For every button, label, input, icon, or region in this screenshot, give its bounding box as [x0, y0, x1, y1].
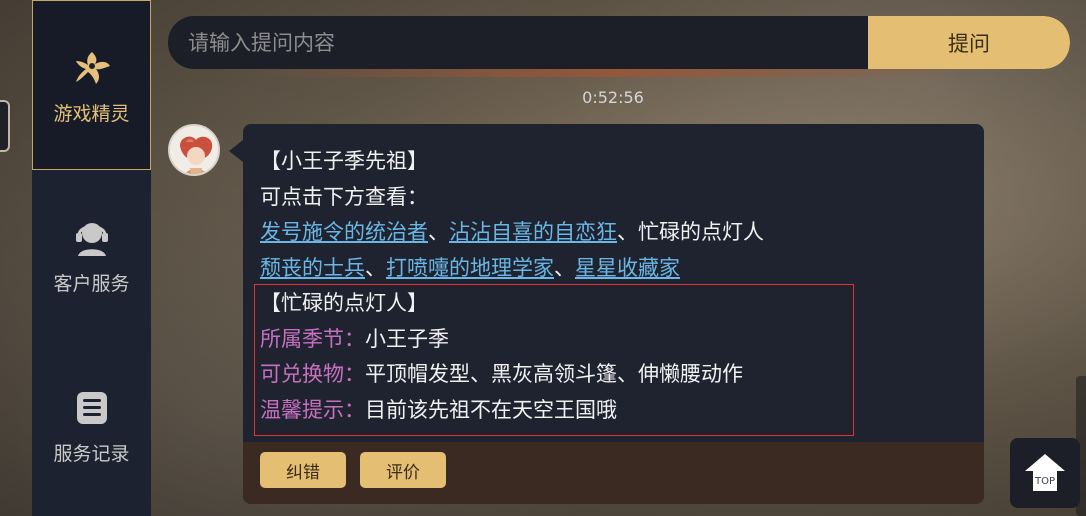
separator: 、 [428, 220, 449, 244]
sidebar-item-label: 游戏精灵 [53, 102, 130, 125]
link-row-2: 颓丧的士兵、打喷嚏的地理学家、星星收藏家 [260, 251, 764, 287]
records-list-icon [69, 385, 115, 431]
link-soldier[interactable]: 颓丧的士兵 [260, 256, 365, 280]
sidebar-item-game-sprite[interactable]: 游戏精灵 [32, 0, 151, 170]
link-ruler[interactable]: 发号施令的统治者 [260, 220, 428, 244]
rate-button[interactable]: 评价 [360, 452, 446, 488]
fairy-icon [69, 45, 115, 91]
sidebar-item-label: 客户服务 [53, 272, 130, 295]
scroll-top-button[interactable]: TOP [1010, 438, 1080, 508]
link-geographer[interactable]: 打喷嚏的地理学家 [386, 256, 554, 280]
headset-agent-icon [69, 215, 115, 261]
message-timestamp: 0:52:56 [582, 88, 644, 107]
search-input[interactable] [168, 16, 868, 69]
sidebar-item-service-records[interactable]: 服务记录 [32, 340, 151, 510]
separator: 、 [554, 255, 575, 280]
answer-prompt: 可点击下方查看： [260, 184, 428, 209]
top-label: TOP [1034, 476, 1055, 487]
separator: 、 [365, 255, 386, 280]
search-shadow [244, 69, 982, 77]
current-selection-lamplighter: 忙碌的点灯人 [638, 220, 764, 244]
answer-title: 【小王子季先祖】 [260, 149, 428, 173]
answer-footer: 纠错 评价 [243, 442, 984, 504]
correct-button[interactable]: 纠错 [260, 452, 346, 488]
avatar [168, 124, 220, 176]
answer-bubble: 【小王子季先祖】 可点击下方查看： 发号施令的统治者、沾沾自喜的自恋狂、忙碌的点… [243, 124, 984, 504]
link-row-1: 发号施令的统治者、沾沾自喜的自恋狂、忙碌的点灯人 [260, 215, 764, 251]
sidebar-item-label: 服务记录 [53, 442, 130, 465]
house-up-icon: TOP [1025, 454, 1065, 491]
bubble-tail [229, 140, 243, 162]
separator: 、 [617, 220, 638, 244]
sidebar: 游戏精灵 客户服务 服务记录 [32, 0, 151, 516]
highlight-box [254, 284, 854, 436]
link-narcissist[interactable]: 沾沾自喜的自恋狂 [449, 220, 617, 244]
link-star-collector[interactable]: 星星收藏家 [575, 256, 680, 280]
sidebar-item-customer-service[interactable]: 客户服务 [32, 170, 151, 340]
edge-drawer-handle[interactable] [0, 100, 10, 152]
search-bar: 提问 [168, 16, 1070, 69]
ask-button[interactable]: 提问 [868, 16, 1070, 69]
